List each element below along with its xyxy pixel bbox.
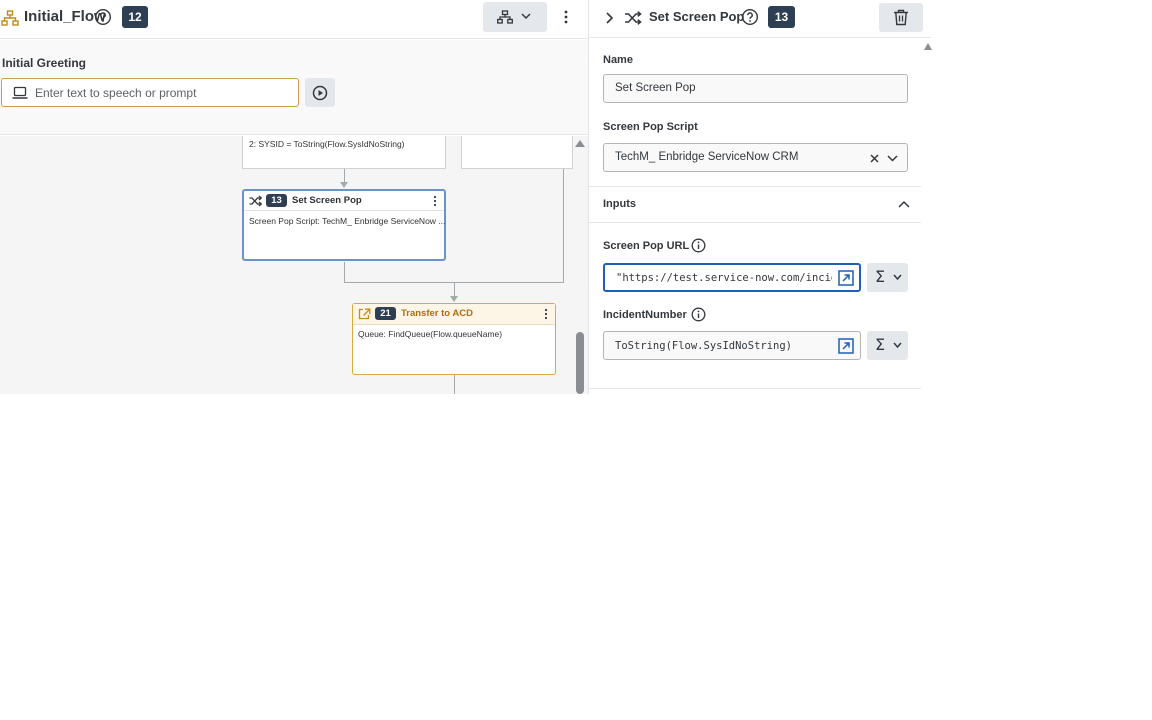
incident-number-label: IncidentNumber — [603, 309, 687, 321]
kebab-icon[interactable] — [543, 308, 549, 320]
url-value: "https://test.service-now.com/inciden — [616, 272, 832, 284]
kebab-icon[interactable] — [432, 195, 438, 207]
chevron-down-icon — [893, 274, 902, 281]
layout-button[interactable] — [483, 2, 547, 32]
chevron-up-icon[interactable] — [898, 199, 910, 209]
initial-greeting-section: Initial Greeting Enter text to speech or… — [0, 40, 588, 135]
expression-mode-button[interactable]: Σ — [867, 263, 908, 292]
node-title: Transfer to ACD — [401, 308, 473, 319]
name-value: Set Screen Pop — [615, 82, 696, 94]
info-icon[interactable] — [691, 307, 706, 322]
initial-greeting-label: Initial Greeting — [2, 56, 87, 70]
panel-scroll-up-arrow[interactable] — [924, 43, 932, 50]
flow-id-badge: 12 — [122, 6, 148, 28]
scrollbar-thumb[interactable] — [576, 332, 584, 394]
flow-node-partial-right[interactable] — [461, 136, 573, 169]
node-body: Queue: FindQueue(Flow.queueName) — [358, 329, 503, 339]
flow-header: Initial_Flow 12 — [0, 0, 588, 39]
node-header: 13 Set Screen Pop — [244, 191, 444, 211]
divider — [589, 186, 921, 187]
layout-icon — [497, 10, 513, 24]
divider — [589, 388, 921, 389]
kebab-icon[interactable] — [559, 8, 573, 26]
chevron-down-icon[interactable] — [887, 155, 898, 162]
delete-button[interactable] — [879, 3, 923, 32]
chevron-down-icon — [893, 342, 902, 349]
panel-header: Set Screen Pop 13 — [589, 0, 931, 38]
node-body: Screen Pop Script: TechM_ Enbridge Servi… — [249, 216, 446, 226]
screen-pop-script-select[interactable]: TechM_ Enbridge ServiceNow CRM — [603, 143, 908, 172]
flow-editor-pane: Initial_Flow 12 Initial Greeting Enter t… — [0, 0, 588, 394]
sigma-icon: Σ — [875, 335, 886, 354]
connector-arrow — [450, 296, 458, 302]
connector — [454, 375, 455, 394]
shuffle-icon — [625, 11, 642, 25]
shuffle-icon — [249, 195, 262, 207]
partial-node-text: 2: SYSID = ToString(Flow.SysIdNoString) — [249, 139, 405, 149]
panel-id-badge: 13 — [768, 6, 795, 28]
screen-pop-url-input[interactable]: "https://test.service-now.com/inciden — [603, 263, 861, 292]
play-icon — [312, 85, 328, 101]
expand-icon[interactable] — [838, 270, 854, 286]
flow-icon — [1, 10, 19, 26]
panel-title: Set Screen Pop — [649, 9, 745, 24]
node-title: Set Screen Pop — [292, 195, 362, 206]
laptop-icon — [12, 86, 28, 99]
connector — [344, 169, 345, 183]
script-value: TechM_ Enbridge ServiceNow CRM — [615, 151, 799, 163]
transfer-icon — [358, 308, 371, 320]
chevron-right-icon[interactable] — [604, 11, 614, 25]
clear-icon[interactable] — [870, 154, 879, 163]
connector — [344, 262, 345, 282]
name-input[interactable]: Set Screen Pop — [603, 74, 908, 103]
name-label: Name — [603, 54, 633, 66]
flow-node-partial[interactable]: 2: SYSID = ToString(Flow.SysIdNoString) — [242, 136, 446, 169]
connector — [563, 169, 564, 282]
help-icon[interactable] — [94, 8, 112, 26]
screen-pop-script-label: Screen Pop Script — [603, 121, 698, 133]
scroll-up-arrow[interactable] — [575, 140, 585, 147]
inputs-section-title: Inputs — [603, 198, 636, 210]
incident-number-input[interactable]: ToString(Flow.SysIdNoString) — [603, 331, 861, 360]
expand-icon[interactable] — [838, 338, 854, 354]
set-screen-pop-node[interactable]: 13 Set Screen Pop Screen Pop Script: Tec… — [242, 189, 446, 261]
connector-arrow — [340, 182, 348, 188]
incident-value: ToString(Flow.SysIdNoString) — [615, 340, 793, 352]
sigma-icon: Σ — [875, 267, 886, 286]
play-greeting-button[interactable] — [305, 78, 335, 107]
greeting-input[interactable]: Enter text to speech or prompt — [1, 78, 299, 107]
screen-pop-url-label: Screen Pop URL — [603, 240, 690, 252]
chevron-down-icon — [521, 13, 531, 20]
node-header: 21 Transfer to ACD — [353, 304, 555, 325]
properties-panel: Set Screen Pop 13 Name Set Screen Pop Sc… — [588, 0, 932, 394]
help-icon[interactable] — [741, 8, 759, 26]
greeting-input-placeholder: Enter text to speech or prompt — [35, 86, 197, 100]
node-badge: 21 — [375, 307, 396, 320]
node-badge: 13 — [266, 194, 287, 207]
connector — [454, 282, 455, 297]
transfer-to-acd-node[interactable]: 21 Transfer to ACD Queue: FindQueue(Flow… — [352, 303, 556, 375]
flow-canvas[interactable]: 2: SYSID = ToString(Flow.SysIdNoString) … — [0, 136, 588, 394]
divider — [589, 222, 921, 223]
expression-mode-button[interactable]: Σ — [867, 331, 908, 360]
trash-icon — [894, 9, 908, 26]
info-icon[interactable] — [691, 238, 706, 253]
